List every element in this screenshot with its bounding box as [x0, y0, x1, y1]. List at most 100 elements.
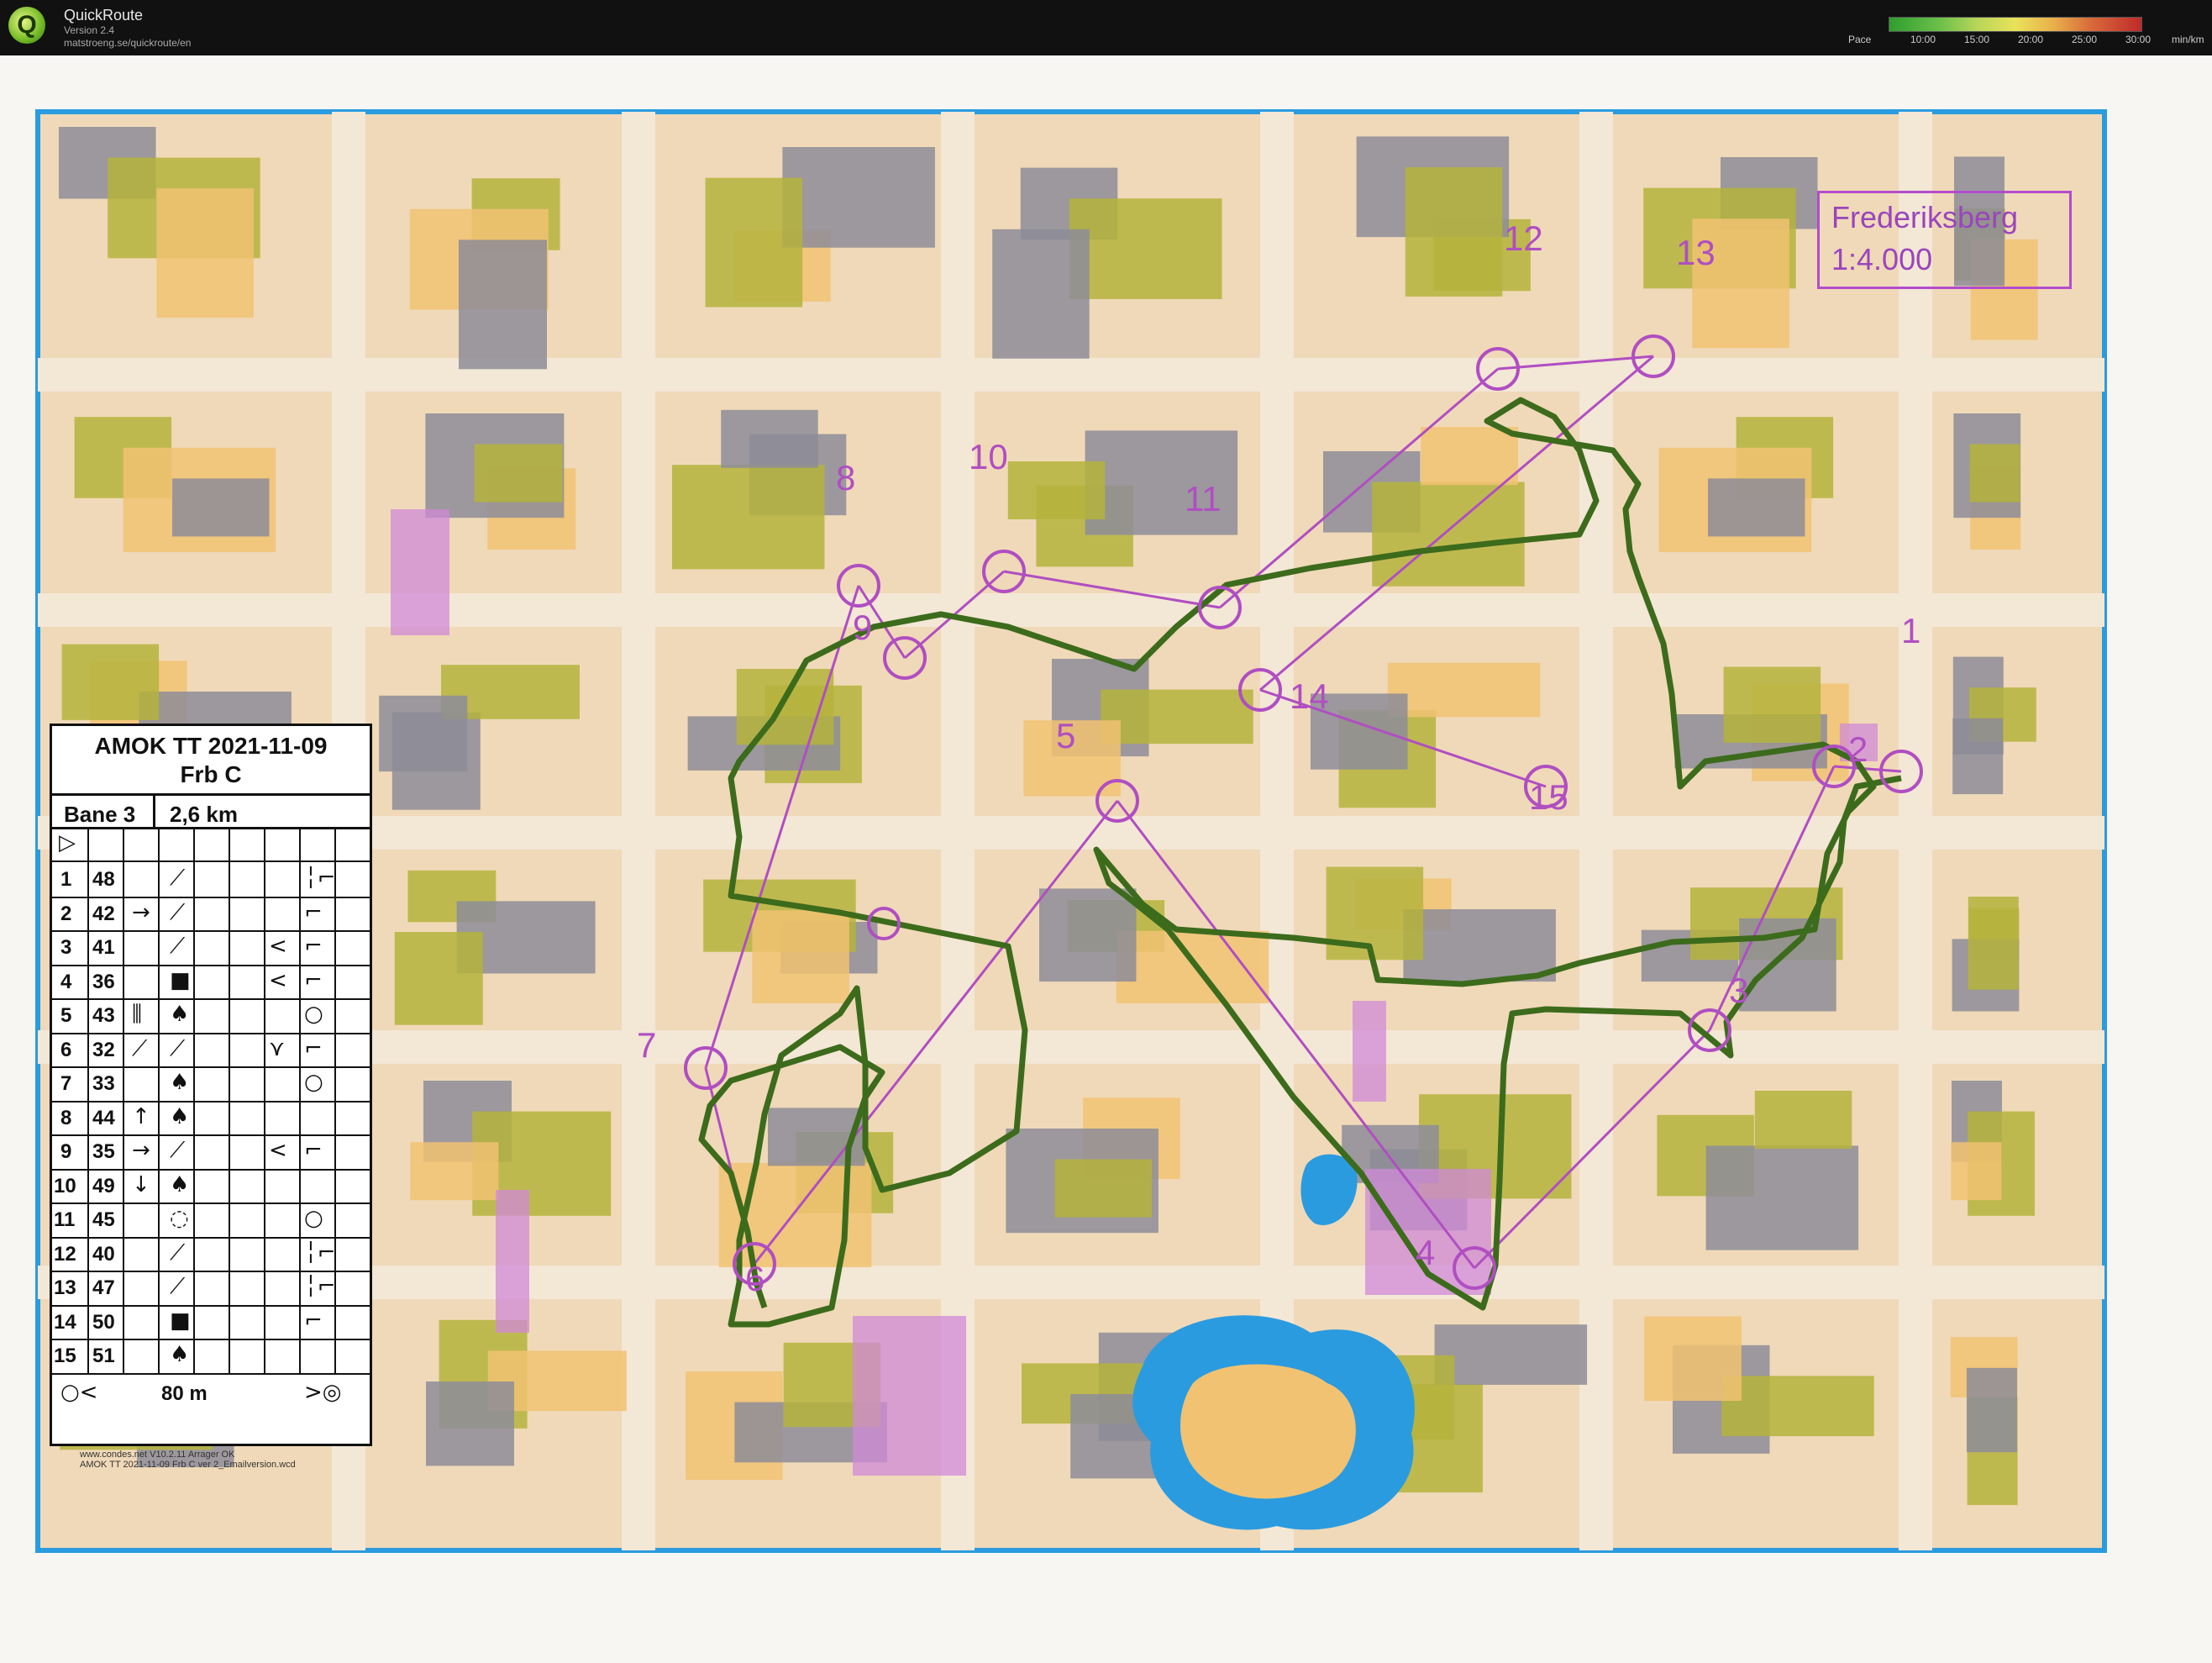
card-rule — [52, 896, 370, 898]
location-icon: ○ — [304, 1002, 323, 1027]
map-block — [992, 229, 1090, 359]
location-icon: ⌐ — [304, 1035, 323, 1061]
control-number: 9 — [853, 608, 873, 647]
control-number: 6 — [745, 1259, 765, 1298]
card-row-code: 49 — [92, 1174, 115, 1197]
card-rule — [52, 827, 370, 829]
pace-tick: 15:00 — [1964, 34, 1990, 45]
feature-icon: ⟋ — [170, 899, 186, 925]
card-row-code: 32 — [92, 1038, 115, 1061]
map-block — [394, 932, 483, 1025]
location-icon: ⌐ — [304, 899, 323, 925]
map-footer-line1: www.condes.net V10.2.11 Arrager OK — [80, 1450, 235, 1460]
card-rule — [229, 827, 230, 1373]
card-rule — [123, 827, 124, 1373]
card-rule — [193, 827, 195, 1373]
map-block — [1434, 1324, 1588, 1385]
card-row-code: 51 — [92, 1345, 115, 1367]
control-number: 8 — [836, 458, 856, 497]
map-block — [782, 147, 935, 248]
card-rule — [52, 1339, 370, 1340]
map-block — [1644, 1316, 1742, 1401]
card-row-number: 10 — [54, 1174, 76, 1197]
lake-island — [1180, 1364, 1356, 1499]
finish-right-icon: >◎ — [304, 1379, 342, 1405]
finish-left-icon: ○< — [60, 1379, 98, 1405]
map-footer-line2: AMOK TT 2021-11-09 Frb C ver 2_Emailvers… — [80, 1460, 296, 1470]
map-block — [721, 409, 818, 468]
app-url[interactable]: matstroeng.se/quickroute/en — [64, 37, 191, 49]
pace-tick: 25:00 — [2072, 34, 2098, 45]
map-block — [752, 910, 849, 1003]
app-header: Q QuickRoute Version 2.4 matstroeng.se/q… — [0, 0, 2212, 55]
card-rule — [52, 1100, 370, 1103]
map-block — [1967, 1367, 2017, 1453]
map-block — [1705, 1145, 1859, 1250]
position-icon: < — [269, 967, 287, 993]
control-description-card: AMOK TT 2021-11-09 Frb C Bane 3 2,6 km ▷ 1 48 ⟋… — [50, 724, 372, 1446]
map-block — [1421, 427, 1518, 486]
card-row-code: 35 — [92, 1140, 115, 1163]
card-row-number: 5 — [60, 1004, 72, 1027]
map-block — [1708, 478, 1805, 537]
card-rule — [299, 827, 301, 1373]
card-row-number: 14 — [54, 1310, 76, 1334]
card-row-number: 7 — [60, 1072, 72, 1095]
location-icon: ○ — [304, 1070, 323, 1095]
direction-icon: ⟋ — [132, 1035, 148, 1061]
map-block — [459, 239, 547, 370]
map-block — [426, 1381, 514, 1466]
card-rule — [52, 1271, 370, 1272]
control-number: 15 — [1529, 777, 1568, 817]
map-block — [410, 1142, 499, 1201]
map-block — [705, 177, 803, 308]
position-icon: < — [269, 934, 287, 959]
pace-unit: min/km — [2172, 34, 2204, 45]
map-block — [61, 644, 160, 720]
card-row-code: 45 — [92, 1208, 115, 1231]
card-row-number: 1 — [60, 868, 72, 891]
location-icon: ╎⌐ — [304, 866, 336, 891]
map-block — [1952, 718, 2004, 795]
control-number: 1 — [1901, 611, 1921, 650]
card-row-number: 8 — [60, 1106, 72, 1129]
card-row-number: 11 — [54, 1208, 76, 1231]
pace-color-scale — [1889, 17, 2142, 32]
control-number: 14 — [1290, 676, 1329, 716]
map-block — [1968, 897, 2019, 990]
card-row-number: 15 — [54, 1345, 76, 1367]
location-icon: ⌐ — [304, 1308, 323, 1334]
card-row-code: 43 — [92, 1004, 115, 1027]
app-version: Version 2.4 — [64, 24, 115, 36]
card-row-number: 13 — [54, 1276, 76, 1299]
map-block — [379, 695, 468, 772]
card-length: 2,6 km — [170, 802, 238, 827]
feature-icon: ◌ — [170, 1206, 189, 1231]
card-row-number: 9 — [60, 1140, 72, 1163]
card-rule — [52, 793, 370, 796]
card-title: AMOK TT 2021-11-09 — [94, 733, 328, 759]
pace-tick: 30:00 — [2125, 34, 2152, 45]
feature-icon: ⟋ — [170, 1274, 186, 1299]
control-number: 4 — [1416, 1233, 1436, 1272]
feature-icon: ♠ — [170, 1171, 190, 1197]
map-block — [1101, 689, 1253, 745]
map-paper[interactable]: Frederiksberg 1:4.000 1 2 3 4 5 6 7 8 9 10 11 12 13 1… — [0, 55, 2212, 1663]
card-rule — [52, 1134, 370, 1136]
card-row-code: 47 — [92, 1276, 115, 1299]
map-block — [1723, 666, 1821, 743]
control-number: 2 — [1848, 729, 1868, 769]
map-title-box: Frederiksberg 1:4.000 — [1817, 191, 2072, 289]
map-block — [172, 478, 270, 537]
card-row-code: 33 — [92, 1072, 115, 1095]
feature-icon: ■ — [170, 967, 191, 993]
map-block — [474, 444, 563, 503]
feature-icon: ♠ — [170, 1002, 190, 1027]
feature-icon: ⟋ — [170, 866, 186, 891]
map-block — [1754, 1091, 1852, 1149]
control-number: 12 — [1504, 218, 1543, 258]
position-icon: < — [269, 1138, 287, 1163]
card-row-number: 6 — [60, 1038, 72, 1061]
card-rule — [52, 860, 370, 862]
card-rule — [52, 1032, 370, 1034]
